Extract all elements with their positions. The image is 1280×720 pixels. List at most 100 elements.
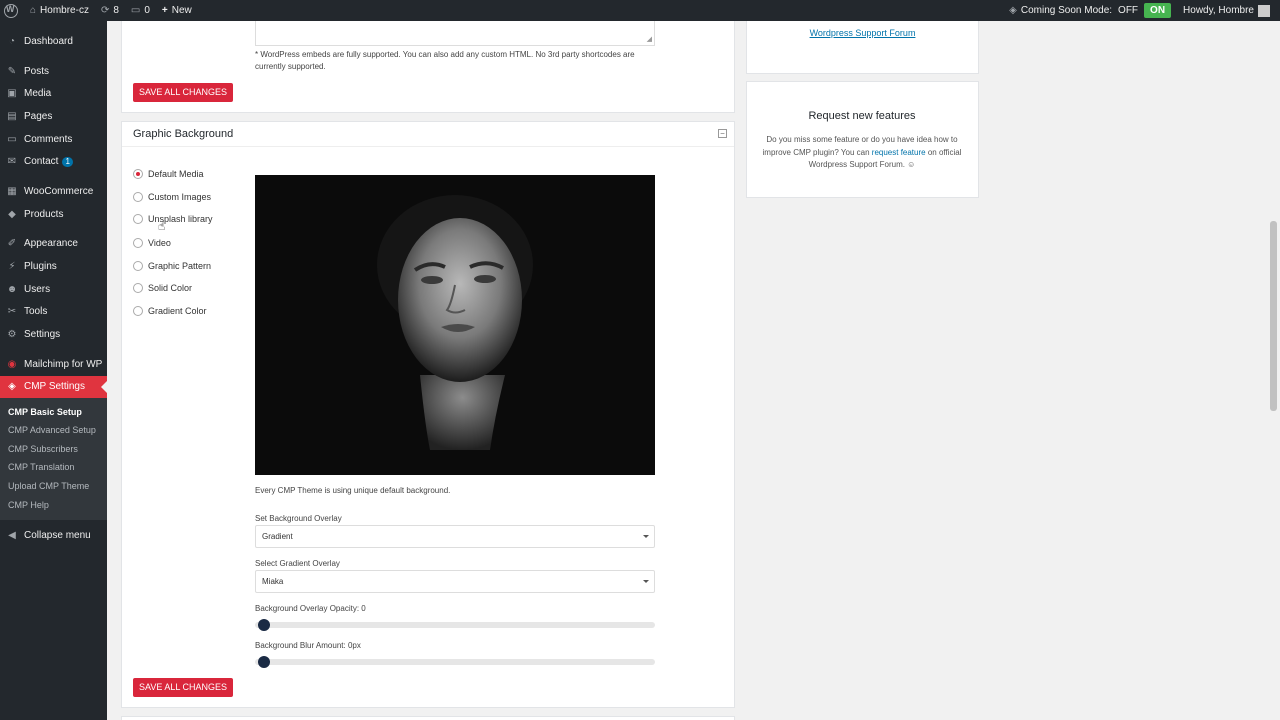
slider-handle[interactable] [258, 619, 270, 631]
radio-button[interactable] [133, 306, 143, 316]
next-section-panel [121, 716, 735, 720]
account-greeting[interactable]: Howdy, Hombre [1183, 5, 1254, 16]
section-title: Graphic Background [133, 128, 234, 140]
sidebar-item-products[interactable]: ◆ Products [0, 203, 107, 226]
sidebar-item-mailchimp[interactable]: ◉ Mailchimp for WP [0, 353, 107, 376]
support-forum-link[interactable]: Wordpress Support Forum [746, 27, 979, 39]
default-background-preview [255, 175, 655, 475]
collapse-menu-label: Collapse menu [24, 529, 91, 541]
mouse-cursor-icon: ☝ [158, 219, 166, 233]
radio-label: Video [148, 238, 171, 248]
updates-icon: ⟳ [100, 5, 110, 16]
radio-button[interactable] [133, 261, 143, 271]
radio-custom-images[interactable]: Custom Images [133, 192, 211, 202]
radio-video[interactable]: Video [133, 238, 171, 248]
sidebar-item-label: Pages [24, 110, 53, 122]
products-icon: ◆ [8, 208, 16, 220]
radio-default-media[interactable]: Default Media [133, 169, 204, 179]
radio-button[interactable] [133, 214, 143, 224]
sidebar-item-appearance[interactable]: ✐ Appearance [0, 233, 107, 256]
background-overlay-select[interactable]: Gradient [255, 525, 655, 548]
plus-icon: + [161, 5, 168, 16]
radio-button[interactable] [133, 192, 143, 202]
radio-label: Custom Images [148, 192, 212, 202]
comments-link[interactable]: ▭ 0 [125, 0, 156, 21]
sidebar-item-contact[interactable]: ✉ Contact 1 [0, 150, 107, 173]
site-name-link[interactable]: ⌂ Hombre-cz [24, 0, 95, 21]
submenu-cmp-help[interactable]: CMP Help [0, 495, 107, 514]
sidebar-item-tools[interactable]: ✂ Tools [0, 301, 107, 324]
home-icon: ⌂ [30, 5, 37, 16]
pin-icon: ✎ [7, 65, 17, 77]
radio-solid-color[interactable]: Solid Color [133, 283, 192, 293]
request-features-title: Request new features [808, 110, 916, 122]
wordpress-logo-icon[interactable] [4, 3, 18, 18]
radio-label: Solid Color [148, 283, 193, 293]
sidebar-item-plugins[interactable]: ⚡ Plugins [0, 255, 107, 278]
sidebar-item-media[interactable]: ▣ Media [0, 82, 107, 105]
overlay-opacity-label: Background Overlay Opacity: 0 [255, 604, 366, 613]
sidebar-item-label: Posts [24, 65, 50, 77]
radio-label: Default Media [148, 169, 204, 179]
sidebar-item-users[interactable]: ☻ Users [0, 278, 107, 301]
updates-link[interactable]: ⟳ 8 [95, 0, 125, 21]
custom-html-textarea[interactable]: ◢ [255, 21, 655, 46]
submenu-upload-cmp-theme[interactable]: Upload CMP Theme [0, 477, 107, 496]
save-all-changes-button-top[interactable]: SAVE ALL CHANGES [133, 83, 234, 102]
blur-amount-slider[interactable] [255, 656, 655, 668]
submenu-cmp-translation[interactable]: CMP Translation [0, 458, 107, 477]
sidebar-item-settings[interactable]: ⚙ Settings [0, 323, 107, 346]
request-feature-link[interactable]: request feature [872, 148, 926, 157]
coming-soon-off[interactable]: OFF [1118, 5, 1138, 16]
sidebar-item-label: Products [24, 208, 64, 220]
sidebar-item-comments[interactable]: ▭ Comments [0, 128, 107, 151]
radio-graphic-pattern[interactable]: Graphic Pattern [133, 261, 211, 271]
collapse-arrow-icon: ◀ [8, 529, 16, 541]
new-content-link[interactable]: + New [156, 0, 198, 21]
title-divider [122, 146, 734, 147]
resize-handle-icon[interactable]: ◢ [647, 35, 652, 43]
collapse-panel-icon[interactable]: − [718, 129, 727, 138]
radio-gradient-color[interactable]: Gradient Color [133, 306, 207, 316]
plugin-icon: ⚡ [8, 261, 16, 273]
page-scrollbar[interactable] [1266, 21, 1280, 720]
sidebar-item-label: CMP Settings [24, 381, 85, 393]
sidebar-item-woocommerce[interactable]: ▦ WooCommerce [0, 180, 107, 203]
radio-unsplash-library[interactable]: Unsplash library [133, 214, 213, 224]
media-icon: ▣ [7, 88, 17, 100]
avatar[interactable] [1258, 4, 1270, 17]
mail-icon: ✉ [7, 156, 17, 168]
new-label: New [171, 5, 192, 16]
radio-button[interactable] [133, 238, 143, 248]
scrollbar-thumb[interactable] [1270, 221, 1277, 411]
sidebar-item-posts[interactable]: ✎ Posts [0, 60, 107, 83]
save-all-changes-button-bottom[interactable]: SAVE ALL CHANGES [133, 678, 234, 697]
settings-icon: ⚙ [7, 329, 17, 341]
admin-bar: ⌂ Hombre-cz ⟳ 8 ▭ 0 + New ◈ Coming Soon … [0, 0, 1280, 21]
woo-icon: ▦ [7, 185, 17, 197]
mailchimp-icon: ◉ [7, 358, 17, 370]
sidebar-item-dashboard[interactable]: ◔ Dashboard [0, 30, 107, 53]
chevron-down-icon [643, 535, 649, 541]
dashboard-icon: ◔ [8, 35, 16, 47]
users-icon: ☻ [6, 283, 18, 295]
gradient-overlay-select[interactable]: Miaka [255, 570, 655, 593]
overlay-selected-value: Gradient [262, 532, 293, 541]
submenu-cmp-basic-setup[interactable]: CMP Basic Setup [0, 402, 107, 421]
submenu-cmp-subscribers[interactable]: CMP Subscribers [0, 440, 107, 459]
sidebar-item-label: Appearance [24, 238, 78, 250]
sidebar-item-pages[interactable]: ▤ Pages [0, 105, 107, 128]
coming-soon-on[interactable]: ON [1144, 3, 1172, 18]
radio-button[interactable] [133, 283, 143, 293]
sidebar-item-cmp-settings[interactable]: ◈ CMP Settings [0, 375, 107, 399]
gradient-selected-value: Miaka [262, 577, 284, 586]
sidebar-item-label: Settings [24, 329, 61, 341]
overlay-opacity-slider[interactable] [255, 619, 655, 631]
comment-icon: ▭ [7, 133, 17, 145]
collapse-menu-button[interactable]: ◀ Collapse menu [0, 524, 107, 547]
submenu-cmp-advanced-setup[interactable]: CMP Advanced Setup [0, 421, 107, 440]
overlay-label: Set Background Overlay [255, 514, 342, 523]
blur-amount-label: Background Blur Amount: 0px [255, 641, 361, 650]
radio-button[interactable] [133, 169, 143, 179]
slider-handle[interactable] [258, 656, 270, 668]
